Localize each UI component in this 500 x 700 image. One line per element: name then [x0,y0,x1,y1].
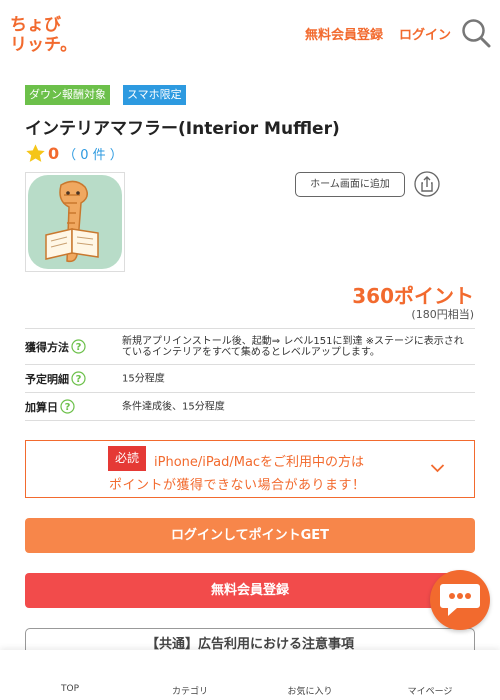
info-label-method: 獲得方法 ? [25,339,86,355]
ios-notice-accordion[interactable]: 必読 iPhone/iPad/Macをご利用中の方は ポイントが獲得できない場合… [25,440,475,498]
header-register-link[interactable]: 無料会員登録 [305,24,383,43]
nav-category[interactable]: カテゴリ [130,684,250,697]
review-count-link[interactable]: （ 0 件 ） [63,144,123,163]
chevron-down-icon[interactable] [430,463,445,473]
info-label-schedule: 予定明細 ? [25,371,86,387]
free-register-button[interactable]: 無料会員登録 [25,573,475,608]
chat-icon [440,584,480,616]
rating-score: 0 [48,143,60,163]
must-read-tag: 必読 [108,446,146,471]
down-reward-badge: ダウン報酬対象 [25,85,110,105]
reward-points: 360ポイント [352,284,474,308]
login-get-points-button[interactable]: ログインしてポイントGET [25,518,475,553]
smartphone-only-badge: スマホ限定 [123,85,186,105]
rating: 0 （ 0 件 ） [25,142,123,164]
chat-button[interactable] [430,570,490,630]
bottom-nav: TOP カテゴリ お気に入り マイページ [0,650,500,700]
svg-text:?: ? [76,374,82,385]
scarf-character-icon [28,175,122,269]
info-label-date: 加算日 ? [25,399,75,415]
header-login-link[interactable]: ログイン [399,24,451,43]
notice-text-line2: ポイントが獲得できない場合があります！ [109,478,366,493]
site-header: ちょび リッチ。 無料会員登録 ログイン [0,0,500,64]
svg-text:?: ? [65,402,71,413]
chobirich-logo[interactable]: ちょび リッチ。 [10,12,70,54]
help-icon[interactable]: ? [71,339,86,354]
help-icon[interactable]: ? [60,399,75,414]
help-icon[interactable]: ? [71,371,86,386]
share-icon[interactable] [414,171,440,197]
svg-text:リッチ。: リッチ。 [10,35,70,54]
svg-text:?: ? [76,342,82,353]
nav-top[interactable]: TOP [10,684,130,694]
notice-text-line1: iPhone/iPad/Macをご利用中の方は [154,455,365,470]
app-title: インテリアマフラー(Interior Muffler) [25,119,340,139]
info-row-schedule: 予定明細 ? 15分程度 [25,365,475,393]
nav-mypage[interactable]: マイページ [370,684,490,697]
search-icon[interactable] [461,18,491,48]
reward-info-table: 獲得方法 ? 新規アプリインストール後、起動⇒ レベル151に到達 ※ステージに… [25,328,475,421]
info-row-date: 加算日 ? 条件達成後、15分程度 [25,393,475,421]
info-value-schedule: 15分程度 [122,373,165,384]
info-value-method: 新規アプリインストール後、起動⇒ レベル151に到達 ※ステージに表示されている… [122,335,464,358]
add-to-home-button[interactable]: ホーム画面に追加 [295,172,405,197]
nav-favorites[interactable]: お気に入り [250,684,370,697]
svg-text:ちょび: ちょび [10,15,61,35]
reward-yen-equivalent: (180円相当) [411,308,474,321]
info-value-date: 条件達成後、15分程度 [122,401,225,412]
app-icon [25,172,125,272]
info-row-method: 獲得方法 ? 新規アプリインストール後、起動⇒ レベル151に到達 ※ステージに… [25,329,475,365]
star-icon [26,143,45,162]
